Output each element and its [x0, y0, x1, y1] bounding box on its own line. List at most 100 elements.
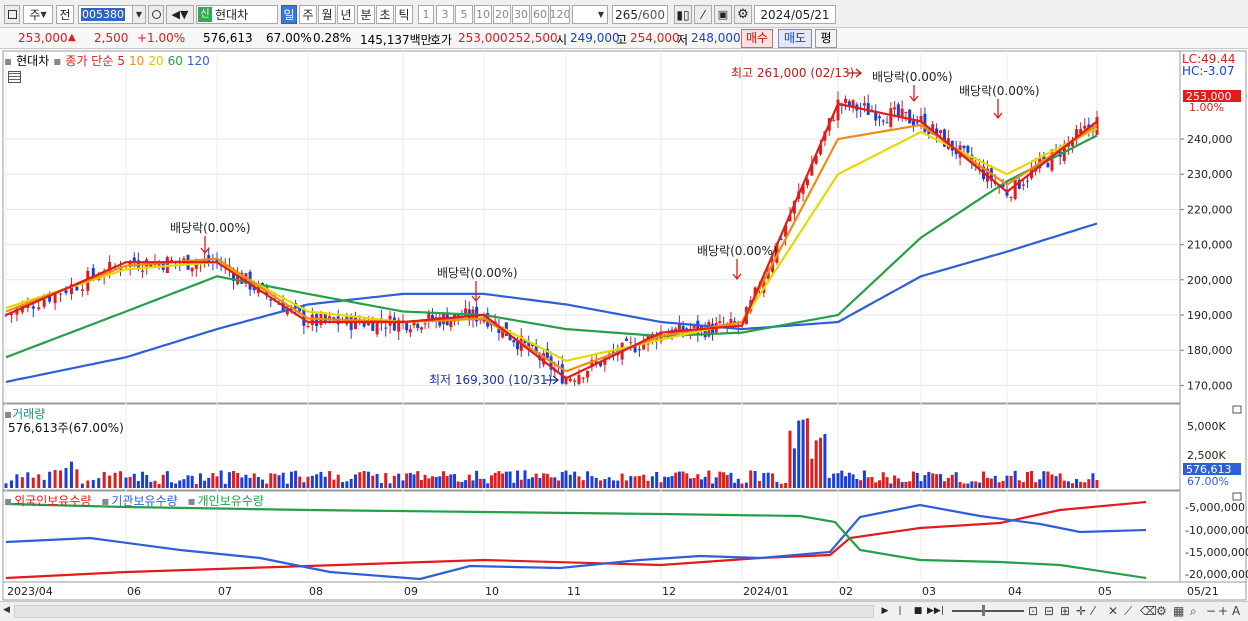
panel-icon[interactable]: ⊞	[1060, 604, 1070, 618]
volume-bar	[989, 478, 993, 488]
volume-bar	[223, 483, 227, 488]
candle-body	[581, 377, 585, 379]
candle-body	[844, 98, 848, 103]
sound-button[interactable]: ◀▼	[166, 5, 194, 24]
volume-bar	[870, 476, 874, 488]
period-minute-tab[interactable]: 분	[357, 5, 375, 24]
buy-button[interactable]: 매수	[741, 29, 773, 48]
scroll-end-icon[interactable]: ▶▶|	[927, 604, 944, 619]
interval-20-button[interactable]: 20	[493, 5, 511, 24]
period-day-tab[interactable]: 일	[281, 5, 297, 24]
eraser-icon[interactable]: ⌫	[1140, 604, 1157, 618]
low-annotation: 최저 169,300 (10/31)	[429, 373, 560, 387]
code-dropdown-button[interactable]: ▼	[132, 5, 146, 24]
split-icon[interactable]: ⊟	[1044, 604, 1054, 618]
indicator-table-icon[interactable]	[8, 71, 21, 83]
volume-panel-close-icon[interactable]	[1232, 405, 1242, 414]
candle-type-button[interactable]: ▮▯	[674, 5, 692, 24]
holdings-panel-close-icon[interactable]	[1232, 492, 1242, 501]
scroll-start-icon[interactable]: |◀◀	[893, 604, 907, 619]
search-button[interactable]	[148, 5, 164, 24]
settings-button[interactable]: ⚙	[734, 5, 752, 24]
ask-price: 253,000	[458, 31, 508, 45]
volume-bar	[375, 473, 379, 488]
volume-bar	[501, 473, 505, 488]
volume-bar	[182, 479, 186, 488]
settings-tool-icon[interactable]: ⚙	[1156, 604, 1167, 618]
period-month-tab[interactable]: 월	[318, 5, 336, 24]
holdings-tick-label: -5,000,000	[1185, 501, 1245, 514]
save-button[interactable]: ▣	[714, 5, 732, 24]
chart-scrollbar[interactable]: ◀ ▶ |◀◀ ■ ▶▶| ⊡ ⊟ ⊞ ✛ ⁄ ✕ ⟋ ⌫ ⚙ ▦ ⌕ − + …	[0, 601, 1248, 621]
candle-body	[419, 327, 423, 330]
bar-count-input[interactable]: 265/600	[612, 5, 668, 24]
interval-10-button[interactable]: 10	[474, 5, 492, 24]
x-tick-label: 2024/01	[743, 585, 789, 598]
volume-bar	[784, 482, 788, 488]
chart-menu-button[interactable]	[4, 5, 20, 24]
candle-body	[512, 340, 516, 343]
font-size-icon[interactable]: A	[1232, 604, 1240, 618]
average-button[interactable]: 평	[815, 29, 837, 48]
ma-10-label: 10	[129, 54, 145, 68]
crosshair-icon[interactable]: ✛	[1076, 604, 1086, 618]
scroll-right-icon[interactable]: ▶	[878, 604, 892, 619]
market-type-select[interactable]: 주 ▼	[23, 5, 53, 24]
scroll-left-icon[interactable]: ◀	[3, 605, 10, 615]
period-week-tab[interactable]: 주	[299, 5, 317, 24]
x-tick-label: 05	[1098, 585, 1112, 598]
stop-icon[interactable]: ■	[911, 604, 925, 619]
volume-bar	[538, 478, 542, 488]
volume-bar	[862, 470, 866, 488]
layout-icon[interactable]: ⊡	[1028, 604, 1038, 618]
scroll-track[interactable]	[14, 605, 874, 618]
interval-120-button[interactable]: 120	[550, 5, 570, 24]
volume-bar	[612, 480, 615, 488]
stock-name-field[interactable]: 신 현대차	[196, 5, 278, 24]
candle-body	[170, 260, 173, 262]
trend-tool-icon[interactable]: ⟋	[1124, 604, 1132, 619]
period-year-tab[interactable]: 년	[337, 5, 355, 24]
period-tick-tab[interactable]: 틱	[395, 5, 413, 24]
volume-bar	[341, 482, 345, 488]
line-tool-icon[interactable]: ⁄	[1092, 604, 1094, 618]
date-input[interactable]: 2024/05/21	[754, 5, 836, 24]
volume-bar	[423, 474, 427, 488]
volume-bar	[232, 471, 236, 488]
legend-dot: ▪	[4, 494, 13, 508]
candle-icon: ▮▯	[676, 7, 690, 22]
interval-60-button[interactable]: 60	[531, 5, 549, 24]
volume-bar	[211, 473, 215, 488]
zoom-slider-thumb[interactable]	[982, 605, 985, 616]
grid-toggle-icon[interactable]: ▦	[1173, 604, 1184, 618]
prev-button[interactable]: 전	[56, 5, 74, 24]
period-second-tab[interactable]: 초	[376, 5, 394, 24]
zoom-slider[interactable]	[952, 610, 1024, 612]
volume-bar	[1066, 481, 1070, 488]
interval-1-button[interactable]: 1	[418, 5, 434, 24]
stock-chart[interactable]: 240,000 230,000 220,000 210,000 200,000 190,0…	[0, 50, 1248, 601]
interval-5-button[interactable]: 5	[455, 5, 473, 24]
volume-bar	[91, 479, 95, 488]
zoom-in-icon[interactable]: +	[1218, 604, 1228, 618]
candle-body	[832, 120, 836, 122]
volume-bar	[855, 479, 859, 488]
chart-area[interactable]: 240,000 230,000 220,000 210,000 200,000 190,0…	[0, 50, 1248, 601]
draw-tool-button[interactable]: ⁄	[694, 5, 712, 24]
volume-bar	[757, 481, 761, 488]
volume-value: 576,613	[203, 31, 253, 45]
interval-3-button[interactable]: 3	[436, 5, 454, 24]
sell-button[interactable]: 매도	[778, 29, 812, 48]
volume-bar	[1021, 482, 1025, 488]
open-label: 시	[556, 33, 568, 47]
stock-code-value: 005380	[81, 8, 125, 21]
volume-bar	[523, 470, 527, 488]
low-label: 최저 169,300 (10/31)	[429, 373, 552, 387]
zoom-out-icon[interactable]: −	[1206, 604, 1216, 618]
zoom-search-icon[interactable]: ⌕	[1190, 604, 1197, 619]
cross-tool-icon[interactable]: ✕	[1108, 604, 1118, 618]
volume-bar	[277, 475, 281, 488]
interval-30-button[interactable]: 30	[512, 5, 530, 24]
volume-bar	[801, 419, 805, 488]
interval-select[interactable]: ▼	[572, 5, 608, 24]
